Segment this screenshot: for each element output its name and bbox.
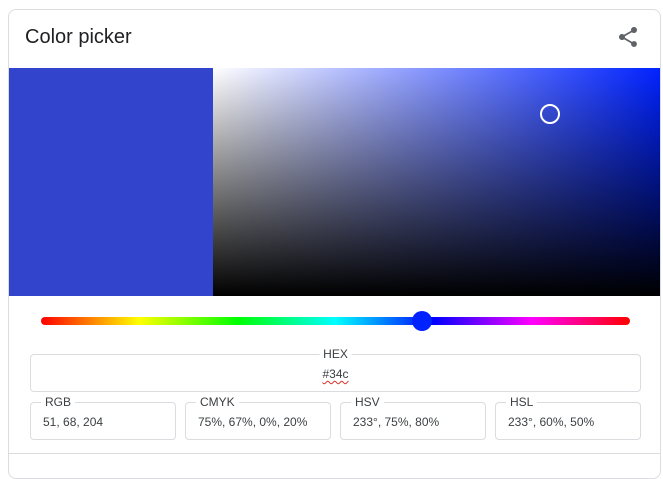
hsv-label: HSV — [351, 395, 384, 409]
card-header: Color picker — [9, 10, 660, 68]
saturation-value-handle[interactable] — [539, 103, 560, 124]
rgb-field[interactable]: RGB 51, 68, 204 — [30, 395, 176, 440]
hex-value-wrap[interactable]: #34c — [31, 367, 640, 381]
cmyk-field[interactable]: CMYK 75%, 67%, 0%, 20% — [185, 395, 331, 440]
hsl-field[interactable]: HSL 233°, 60%, 50% — [495, 395, 641, 440]
color-preview-swatch — [9, 68, 213, 296]
cmyk-value[interactable]: 75%, 67%, 0%, 20% — [198, 415, 307, 429]
hue-slider[interactable] — [41, 311, 630, 331]
cmyk-label: CMYK — [196, 395, 239, 409]
hex-label: HEX — [319, 347, 352, 361]
value-gradient — [213, 68, 660, 296]
hsv-value[interactable]: 233°, 75%, 80% — [353, 415, 439, 429]
saturation-value-area[interactable] — [213, 68, 660, 296]
color-picker-card: Color picker HEX #34c RGB 51, 68, 204 CM… — [8, 9, 661, 479]
hsv-field[interactable]: HSV 233°, 75%, 80% — [340, 395, 486, 440]
hex-field[interactable]: HEX #34c — [30, 347, 641, 392]
card-divider — [9, 453, 660, 454]
share-icon[interactable] — [616, 25, 640, 49]
hex-value[interactable]: #34c — [322, 367, 348, 381]
rgb-value[interactable]: 51, 68, 204 — [43, 415, 103, 429]
hsl-value[interactable]: 233°, 60%, 50% — [508, 415, 594, 429]
hsl-label: HSL — [506, 395, 538, 409]
hue-slider-handle[interactable] — [412, 311, 433, 331]
card-title: Color picker — [25, 26, 132, 48]
rgb-label: RGB — [41, 395, 76, 409]
